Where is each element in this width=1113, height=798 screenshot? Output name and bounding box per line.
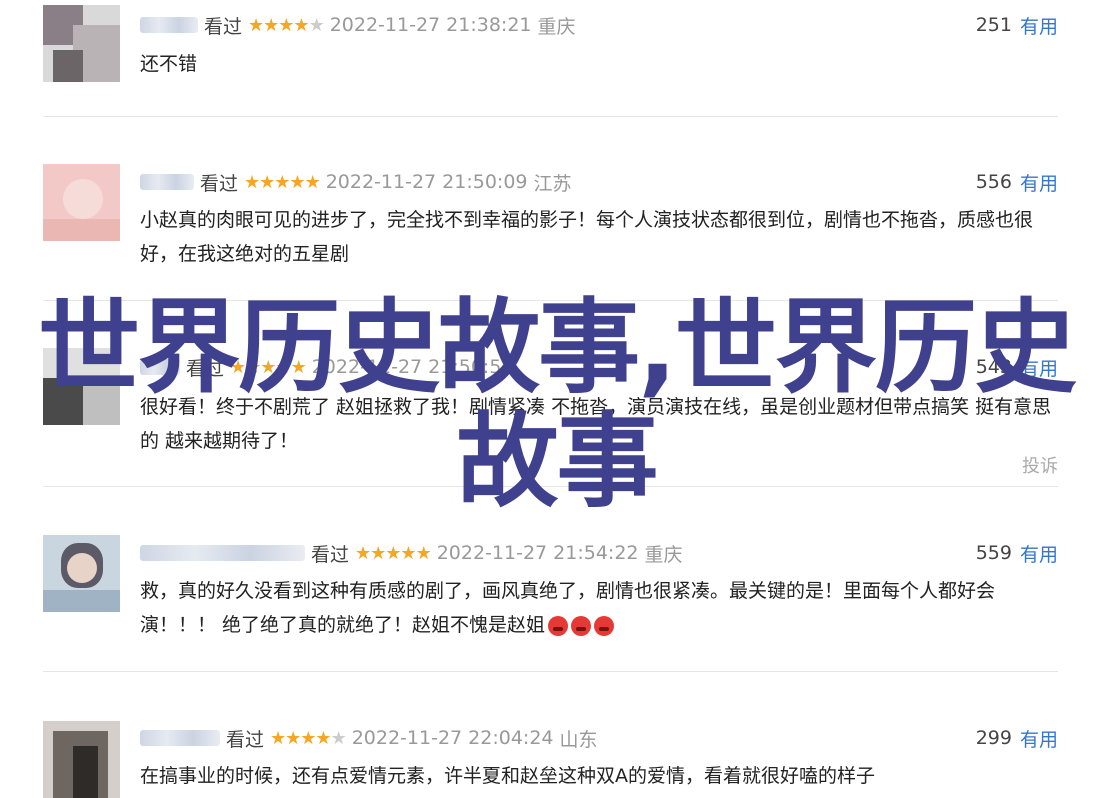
useful-vote[interactable]: 556 有用	[976, 169, 1058, 195]
review-time: 2022-11-27 21:54:22	[436, 542, 639, 564]
watch-status: 看过	[311, 543, 350, 566]
username-link[interactable]	[140, 17, 198, 33]
useful-count: 251	[975, 14, 1012, 36]
review-content: 还不错	[140, 53, 198, 75]
review-time: 2022-11-27 21:50:52	[311, 356, 514, 378]
useful-vote[interactable]: 559 有用	[976, 540, 1058, 566]
watch-status: 看过	[200, 172, 239, 195]
useful-count: 543	[975, 356, 1012, 378]
angry-face-icon	[548, 615, 569, 636]
rating-stars: ★★★★★	[248, 14, 325, 36]
useful-button[interactable]: 有用	[1020, 12, 1058, 39]
review-meta: 看过 ★★★★★ 2022-11-27 21:38:21 重庆	[140, 12, 576, 38]
divider	[43, 300, 1058, 301]
username-link[interactable]	[140, 174, 194, 190]
useful-count: 299	[975, 727, 1012, 749]
avatar[interactable]	[43, 5, 120, 82]
rating-stars: ★★★★★	[270, 727, 347, 749]
useful-count: 559	[975, 542, 1012, 564]
useful-button[interactable]: 有用	[1020, 540, 1058, 567]
rating-stars: ★★★★★	[230, 356, 307, 378]
report-button[interactable]: 投诉	[1022, 452, 1058, 478]
review-content: 很好看！终于不剧荒了 赵姐拯救了我！剧情紧凑 不拖沓，演员演技在线，虽是创业题材…	[140, 396, 1052, 452]
useful-button[interactable]: 有用	[1020, 725, 1058, 752]
angry-face-icon	[594, 615, 615, 636]
useful-button[interactable]: 有用	[1020, 354, 1058, 381]
review-content: 救，真的好久没看到这种有质感的剧了，画风真绝了，剧情也很紧凑。最关键的是！里面每…	[140, 574, 1060, 642]
useful-vote[interactable]: 251 有用	[976, 12, 1058, 38]
review-content: 在搞事业的时候，还有点爱情元素，许半夏和赵垒这种双A的爱情，看着就很好嗑的样子	[140, 765, 875, 787]
watch-status: 看过	[204, 15, 243, 38]
review-meta: 看过 ★★★★★ 2022-11-27 21:54:22 重庆	[140, 540, 683, 566]
review-time: 2022-11-27 22:04:24	[351, 727, 554, 749]
divider	[43, 116, 1058, 117]
review-location: 重庆	[644, 543, 683, 566]
useful-vote[interactable]: 299 有用	[976, 725, 1058, 751]
review-meta: 看过 ★★★★★ 2022-11-27 22:04:24 山东	[140, 725, 598, 751]
review-content: 小赵真的肉眼可见的进步了，完全找不到幸福的影子！每个人演技状态都很到位，剧情也不…	[140, 209, 1034, 265]
username-link[interactable]	[140, 359, 180, 375]
angry-face-icon	[571, 615, 592, 636]
username-link[interactable]	[140, 730, 220, 746]
useful-button[interactable]: 有用	[1020, 169, 1058, 196]
avatar[interactable]	[43, 721, 120, 798]
watch-status: 看过	[186, 357, 225, 380]
review-location: 重庆	[537, 15, 576, 38]
review-meta: 看过 ★★★★★ 2022-11-27 21:50:52	[140, 354, 520, 380]
rating-stars: ★★★★★	[355, 542, 432, 564]
divider	[43, 671, 1058, 672]
review-location: 山东	[559, 728, 598, 751]
username-link[interactable]	[140, 545, 305, 561]
review-time: 2022-11-27 21:38:21	[329, 14, 532, 36]
avatar[interactable]	[43, 348, 120, 425]
avatar[interactable]	[43, 164, 120, 241]
divider	[43, 486, 1058, 487]
watch-status: 看过	[226, 728, 265, 751]
useful-vote[interactable]: 543 有用	[976, 354, 1058, 380]
useful-count: 556	[975, 171, 1012, 193]
rating-stars: ★★★★★	[244, 171, 321, 193]
review-meta: 看过 ★★★★★ 2022-11-27 21:50:09 江苏	[140, 169, 572, 195]
review-location: 江苏	[533, 172, 572, 195]
review-time: 2022-11-27 21:50:09	[325, 171, 528, 193]
avatar[interactable]	[43, 535, 120, 612]
